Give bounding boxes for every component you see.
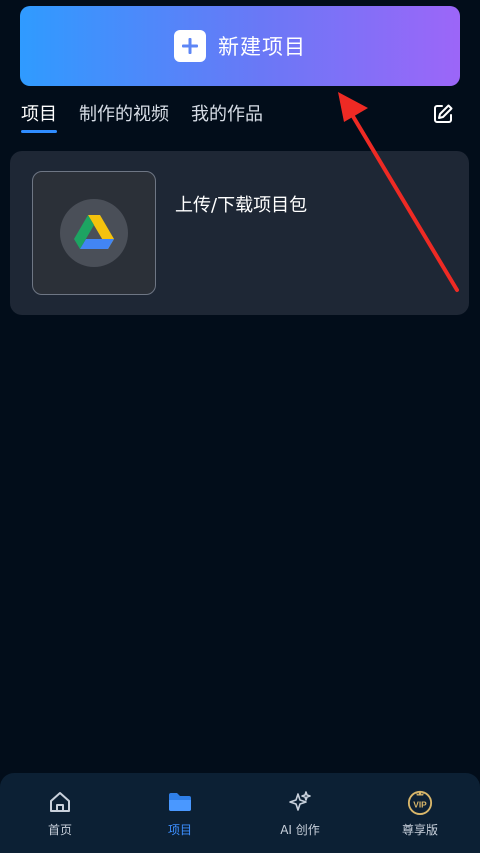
- google-drive-icon: [74, 215, 114, 249]
- tab-produced-videos[interactable]: 制作的视频: [79, 100, 169, 126]
- red-arrow-annotation: [338, 92, 459, 292]
- nav-home[interactable]: 首页: [0, 789, 120, 838]
- project-thumbnail[interactable]: [32, 171, 156, 295]
- nav-projects-label: 项目: [167, 822, 192, 837]
- card-title: 上传/下载项目包: [175, 195, 308, 216]
- home-icon: [47, 789, 73, 815]
- nav-projects[interactable]: 项目: [120, 789, 240, 838]
- tab-my-works[interactable]: 我的作品: [191, 100, 263, 126]
- drive-icon-circle: [60, 199, 128, 267]
- plus-icon: [174, 30, 206, 62]
- upload-download-card[interactable]: 上传/下载项目包: [10, 151, 469, 315]
- vip-icon: VIP: [407, 789, 433, 815]
- nav-ai-create-label: AI 创作: [280, 822, 320, 837]
- new-project-button[interactable]: 新建项目: [20, 6, 460, 86]
- edit-icon[interactable]: [431, 102, 455, 126]
- sparkle-icon: [287, 789, 313, 815]
- new-project-label: 新建项目: [218, 35, 306, 59]
- nav-vip-label: 尊享版: [401, 822, 438, 837]
- folder-icon: [167, 789, 193, 815]
- svg-text:VIP: VIP: [413, 799, 427, 809]
- nav-home-label: 首页: [47, 822, 72, 837]
- tab-bar: 项目 制作的视频 我的作品: [21, 100, 263, 133]
- nav-vip[interactable]: VIP 尊享版: [360, 789, 480, 838]
- bottom-nav: 首页 项目 AI 创作 VIP 尊享版: [0, 773, 480, 853]
- tab-projects[interactable]: 项目: [21, 100, 57, 133]
- nav-ai-create[interactable]: AI 创作: [240, 789, 360, 838]
- app-screen: 新建项目 项目 制作的视频 我的作品 上传/下载项目包 首页 项目 AI 创作 …: [0, 0, 480, 853]
